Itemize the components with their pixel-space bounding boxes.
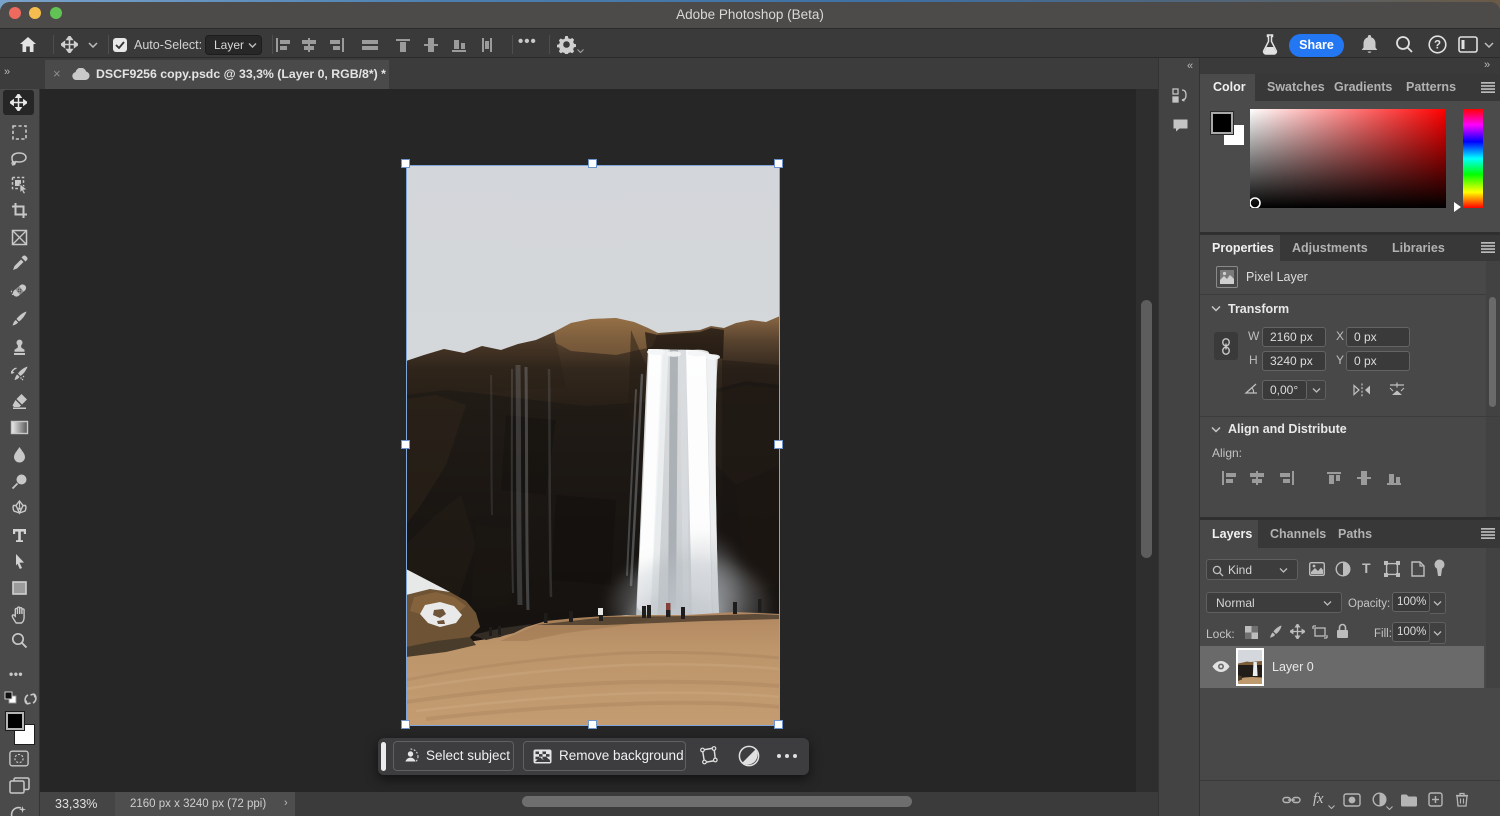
svg-text:?: ? <box>1434 40 1441 52</box>
